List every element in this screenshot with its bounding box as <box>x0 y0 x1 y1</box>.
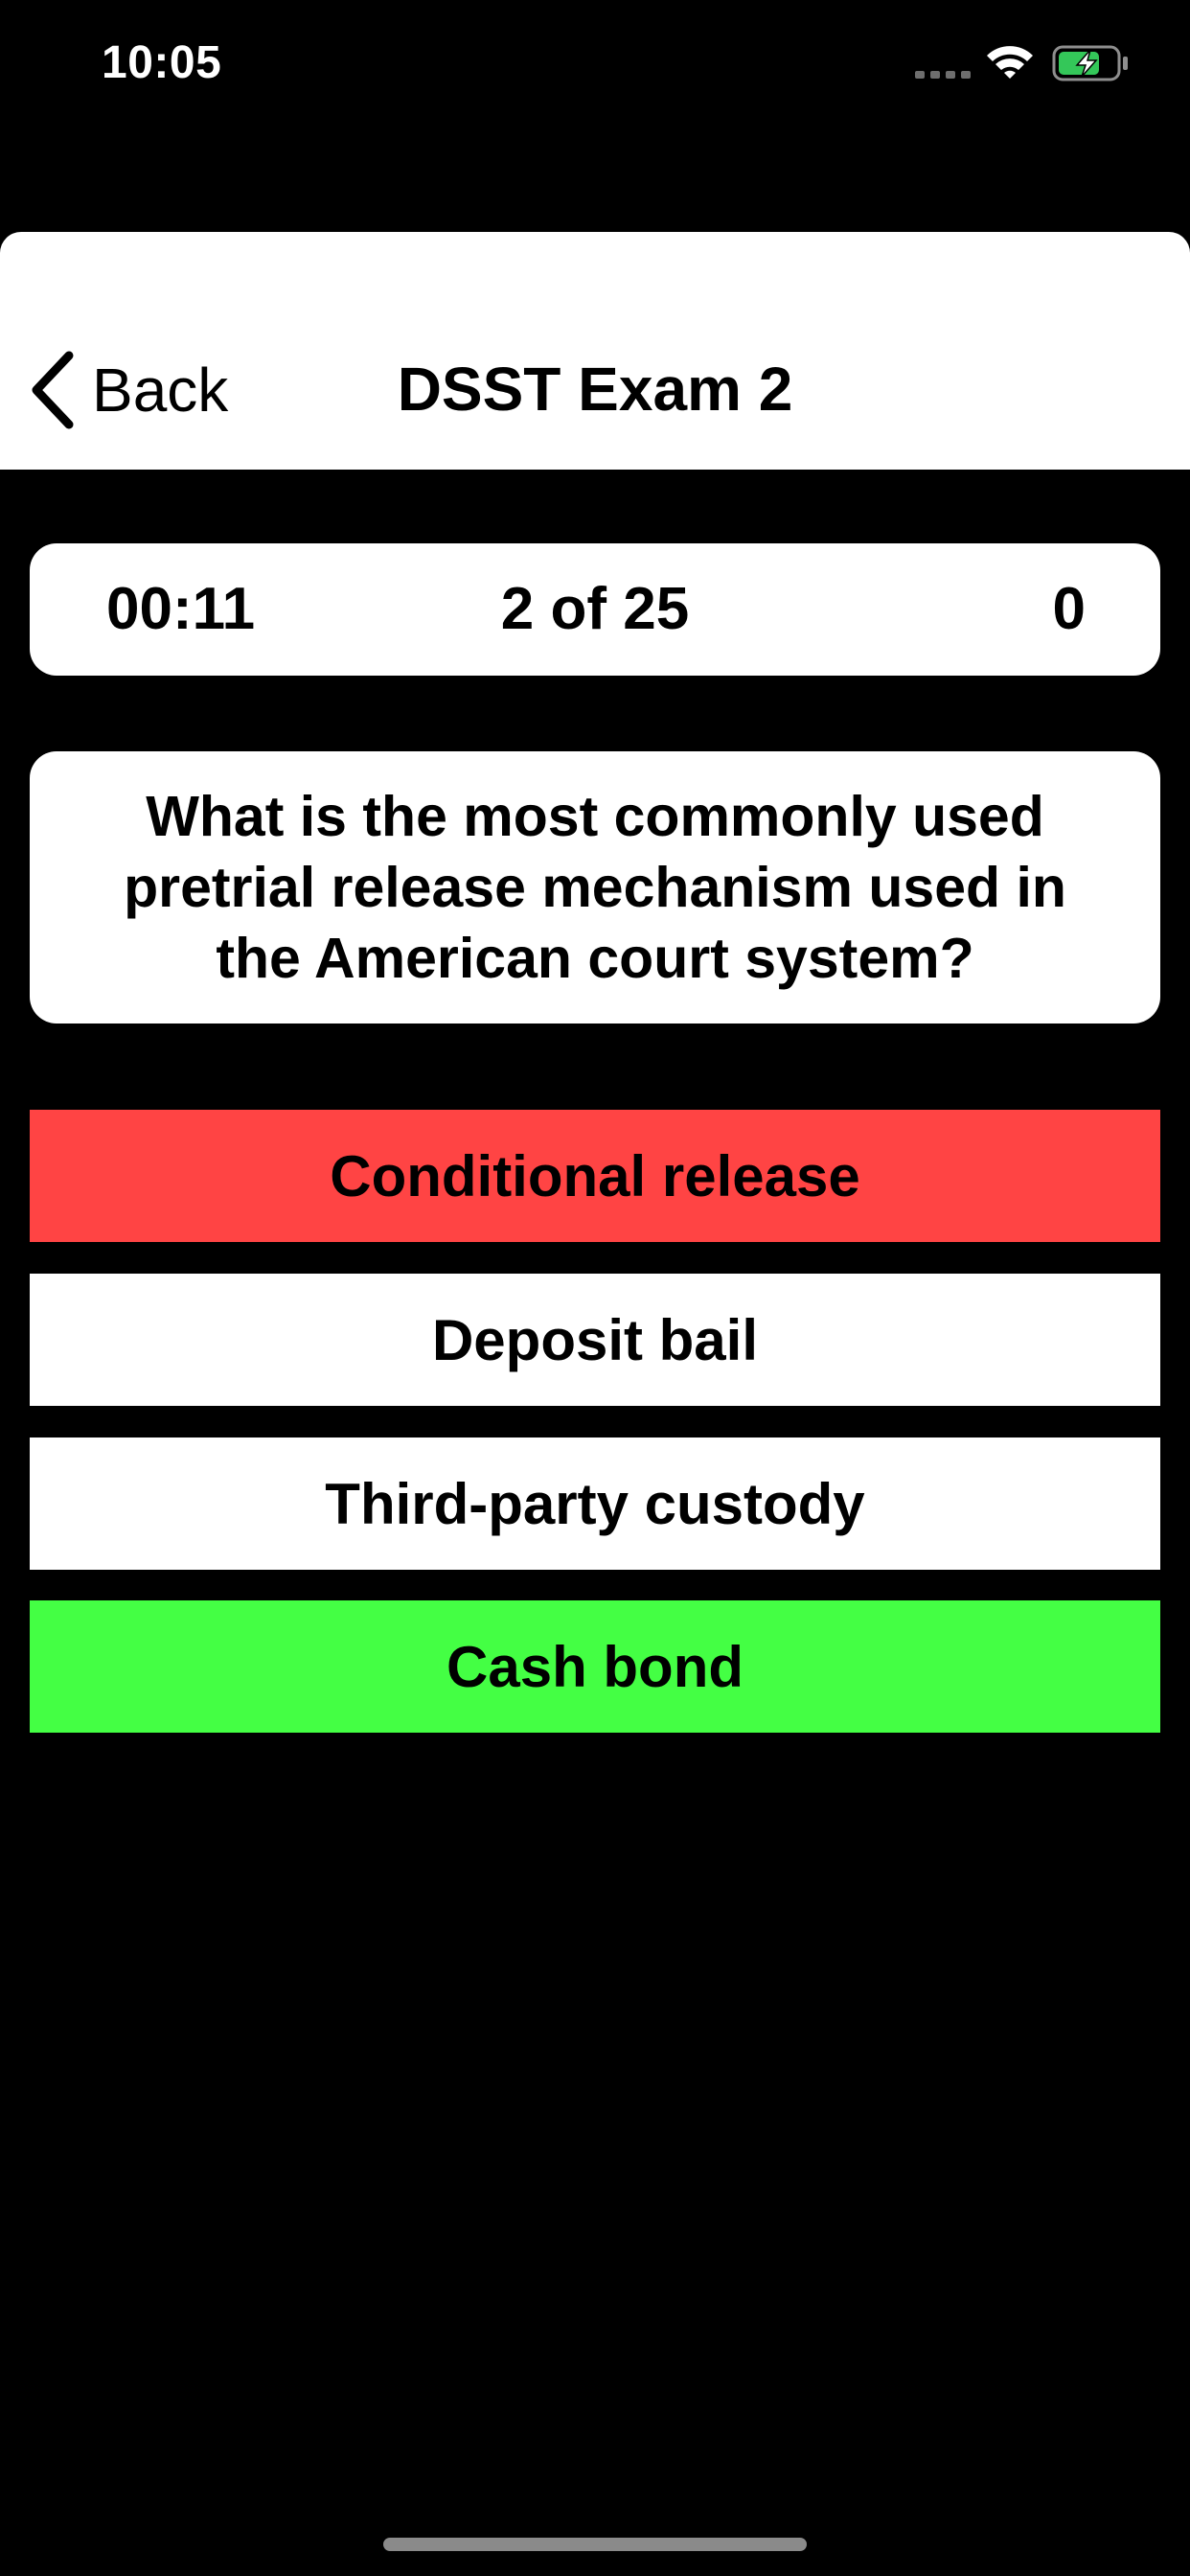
question-text: What is the most commonly used pretrial … <box>124 785 1066 990</box>
quiz-status-card: 00:11 2 of 25 0 <box>30 543 1160 676</box>
battery-charging-icon <box>1052 45 1128 81</box>
score: 0 <box>1052 576 1086 642</box>
question-card: What is the most commonly used pretrial … <box>30 751 1160 1024</box>
answer-option-deposit-bail[interactable]: Deposit bail <box>30 1274 1160 1406</box>
cellular-signal-icon <box>915 71 971 79</box>
question-progress: 2 of 25 <box>500 576 690 642</box>
answer-option-conditional-release[interactable]: Conditional release <box>30 1110 1160 1242</box>
answer-option-third-party-custody[interactable]: Third-party custody <box>30 1438 1160 1570</box>
status-bar: 10:05 <box>0 0 1190 134</box>
wifi-icon <box>987 46 1033 79</box>
navigation-bar: Back DSST Exam 2 <box>0 232 1190 470</box>
status-time: 10:05 <box>102 37 222 88</box>
answer-option-cash-bond[interactable]: Cash bond <box>30 1600 1160 1733</box>
page-title: DSST Exam 2 <box>397 355 793 424</box>
home-indicator[interactable] <box>383 2538 807 2551</box>
